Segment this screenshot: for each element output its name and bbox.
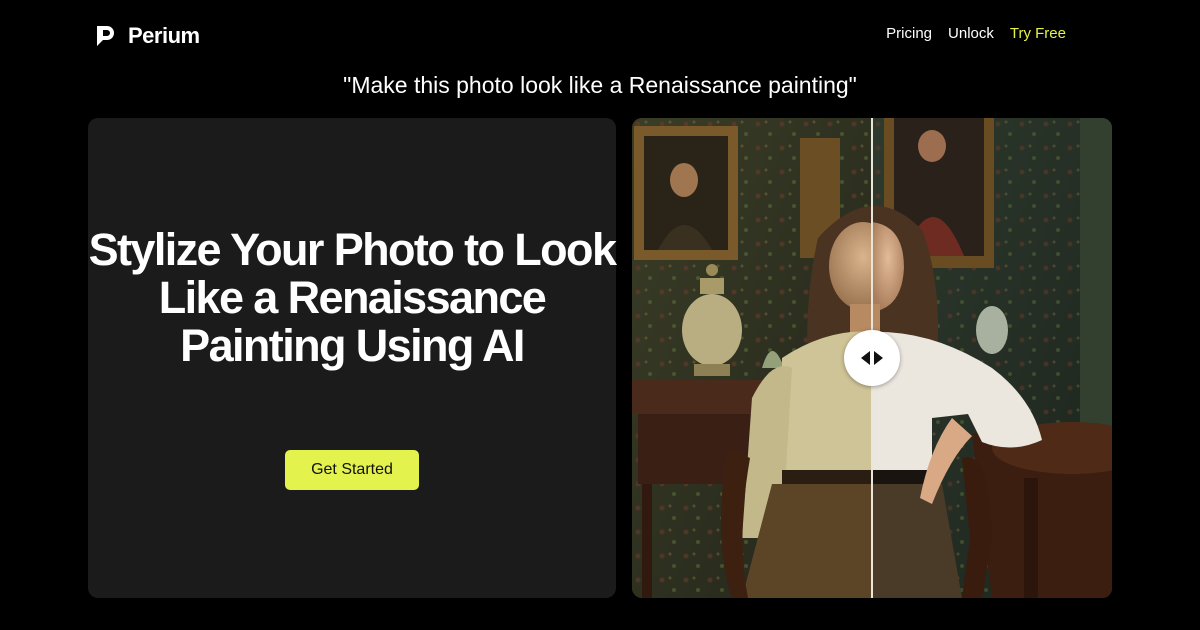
nav-link-try-free[interactable]: Try Free [1010,25,1066,42]
brand-name: Perium [128,23,200,48]
nav-links: Pricing Unlock Try Free [886,25,1066,42]
hero-card: Stylize Your Photo to Look Like a Renais… [88,118,617,598]
perium-logo-icon [97,26,114,46]
prompt-text: "Make this photo look like a Renaissance… [343,72,857,98]
comparison-slider-handle[interactable] [844,330,900,386]
nav-link-pricing[interactable]: Pricing [886,25,932,42]
right-arrow-icon [874,351,883,365]
get-started-button[interactable]: Get Started [285,450,419,490]
before-after-comparison[interactable] [632,118,1112,598]
hero-headline: Stylize Your Photo to Look Like a Renais… [88,224,617,371]
brand-logo[interactable]: Perium [94,22,200,50]
left-arrow-icon [861,351,870,365]
top-nav: Perium Pricing Unlock Try Free [0,0,1200,72]
nav-link-unlock[interactable]: Unlock [948,25,994,42]
